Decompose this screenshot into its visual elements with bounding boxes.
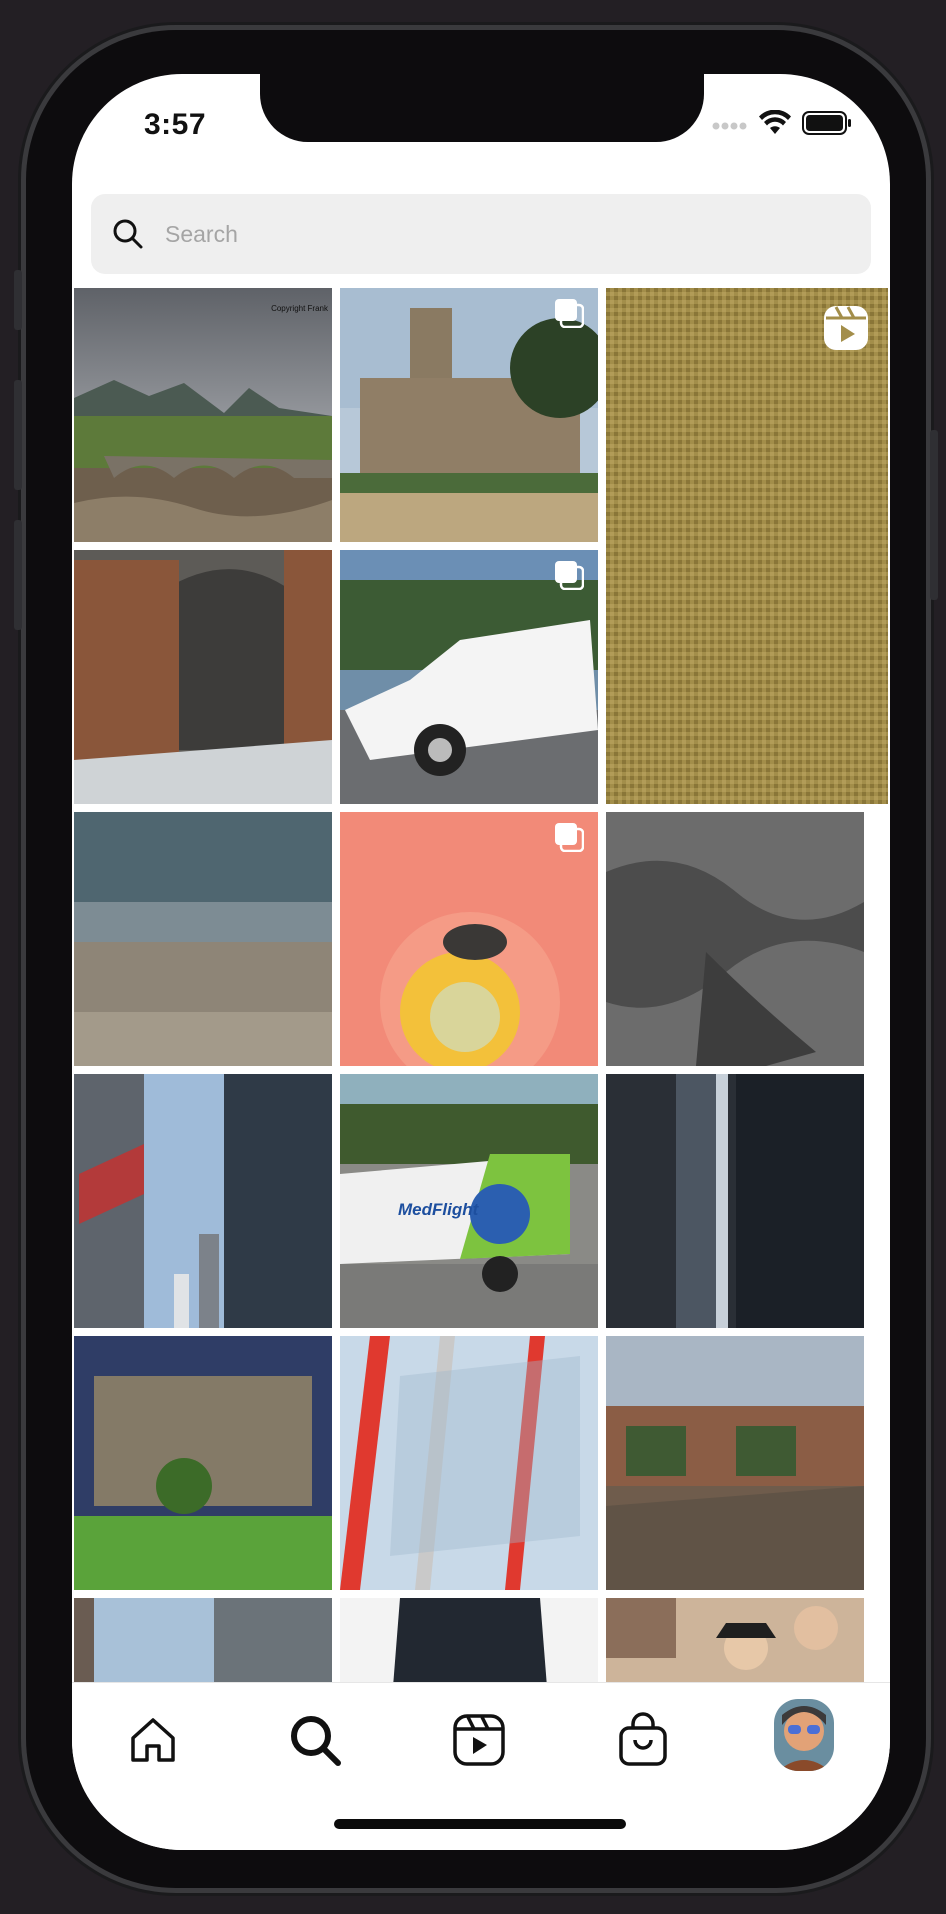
home-indicator[interactable] — [334, 1819, 626, 1829]
search-bar[interactable] — [91, 194, 871, 274]
photo-tile-glass-office[interactable] — [74, 1336, 332, 1590]
photo-tile-dark-suit[interactable] — [340, 1598, 598, 1682]
mute-switch — [14, 270, 22, 330]
home-icon — [131, 1718, 175, 1762]
signal-dots-icon — [712, 117, 748, 135]
photo-tile-skyscrapers-flag[interactable] — [74, 1074, 332, 1328]
photo-tile-abandoned-depot[interactable] — [606, 1336, 864, 1590]
notch — [260, 74, 704, 142]
tab-shop[interactable] — [608, 1705, 678, 1775]
photo-tile-building-up[interactable] — [74, 1598, 332, 1682]
photo-tile-limousine[interactable] — [340, 550, 598, 804]
tab-home[interactable] — [118, 1705, 188, 1775]
search-icon — [291, 1716, 341, 1766]
profile-avatar — [774, 1699, 834, 1771]
photo-tile-water-ripples[interactable] — [606, 812, 864, 1066]
photo-tile-vintage-men[interactable] — [606, 1598, 864, 1682]
status-time: 3:57 — [144, 108, 207, 141]
photo-tile-tunnel-doors[interactable] — [74, 550, 332, 804]
search-icon — [113, 219, 143, 249]
explore-grid: Copyright Frank MedFlight — [74, 288, 890, 1682]
reels-icon — [453, 1714, 505, 1766]
tab-profile[interactable] — [772, 1697, 836, 1773]
status-icons — [712, 109, 852, 141]
tab-reels[interactable] — [444, 1705, 514, 1775]
search-input[interactable] — [163, 219, 767, 249]
multi-icon — [554, 298, 585, 333]
power-button — [930, 430, 938, 600]
multi-icon — [554, 560, 585, 595]
photo-tile-burlap-reel[interactable] — [606, 288, 888, 804]
screen: 3:57 Search Copyright Frank MedFlight — [72, 74, 890, 1850]
photo-tile-red-facade[interactable] — [340, 1336, 598, 1590]
photo-tile-fly-flower[interactable] — [340, 812, 598, 1066]
volume-down-button — [14, 520, 22, 630]
photo-caption: Copyright Frank — [271, 304, 328, 313]
reels-icon — [822, 304, 870, 357]
shop-icon — [619, 1712, 667, 1766]
medflight-logo-text: MedFlight — [398, 1200, 479, 1219]
battery-icon — [802, 111, 852, 140]
tab-search[interactable] — [280, 1705, 350, 1775]
volume-up-button — [14, 380, 22, 490]
photo-tile-dark-towers[interactable] — [606, 1074, 864, 1328]
photo-tile-medflight[interactable]: MedFlight — [340, 1074, 598, 1328]
photo-tile-mountain-bridge[interactable]: Copyright Frank — [74, 288, 332, 542]
wifi-icon — [758, 109, 792, 141]
photo-tile-beach[interactable] — [74, 812, 332, 1066]
photo-tile-cathedral[interactable] — [340, 288, 598, 542]
multi-icon — [554, 822, 585, 857]
